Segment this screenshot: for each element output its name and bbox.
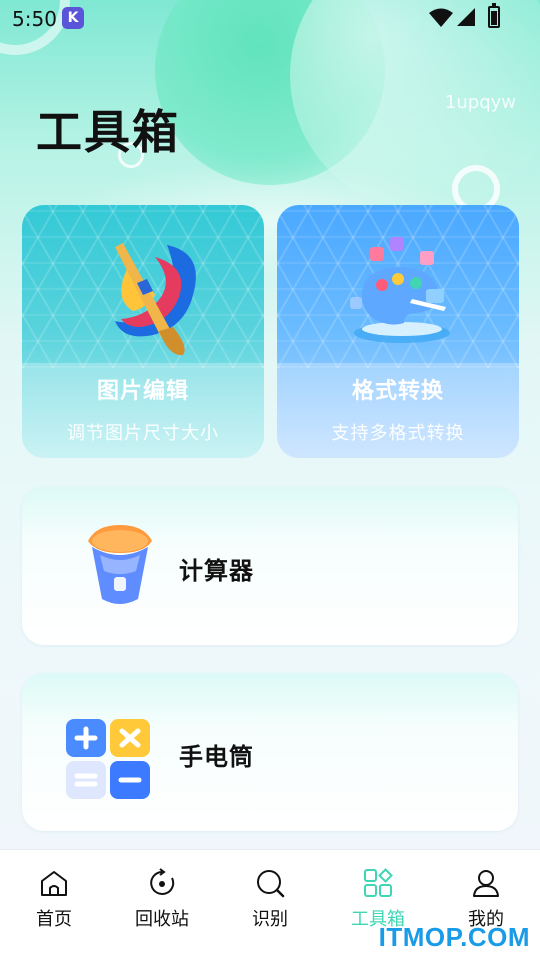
list-card-title: 计算器 <box>179 557 254 585</box>
nav-item-home[interactable]: 首页 <box>0 850 108 960</box>
nav-item-recycle[interactable]: 回收站 <box>108 850 216 960</box>
page-title: 工具箱 <box>36 105 180 159</box>
wifi-icon <box>429 8 453 27</box>
status-bar: 5:50 K <box>0 0 540 36</box>
card-subtitle: 支持多格式转换 <box>331 423 465 444</box>
app-notification-icon: K <box>62 7 84 29</box>
nav-label: 首页 <box>36 909 72 930</box>
palette-icon <box>350 237 450 343</box>
card-subtitle: 调节图片尺寸大小 <box>67 423 219 444</box>
calculator-icon <box>66 719 150 799</box>
battery-icon <box>488 3 500 28</box>
format-convert-card[interactable]: 格式转换 支持多格式转换 <box>277 205 519 458</box>
cell-signal-icon <box>457 8 475 26</box>
card-title: 图片编辑 <box>96 379 189 404</box>
image-edit-card[interactable]: 图片编辑 调节图片尺寸大小 <box>22 205 264 458</box>
toolbox-icon <box>364 868 393 897</box>
profile-icon <box>473 870 499 897</box>
nav-label: 回收站 <box>135 909 189 930</box>
nav-item-recognize[interactable]: 识别 <box>216 850 324 960</box>
card-title: 格式转换 <box>351 379 444 404</box>
user-id-watermark: 1upqyw <box>444 92 516 113</box>
list-card-title: 手电筒 <box>179 743 254 771</box>
calculator-tool-card[interactable]: 计算器 <box>22 487 518 645</box>
home-icon <box>41 871 67 896</box>
paintbrush-icon <box>115 243 196 356</box>
site-watermark: ITMOP.COM <box>378 922 530 952</box>
status-time: 5:50 <box>12 7 57 31</box>
recycle-icon <box>150 868 175 895</box>
nav-label: 识别 <box>252 909 288 930</box>
flashlight-tool-card[interactable]: 手电筒 <box>22 673 518 831</box>
flashlight-icon <box>88 525 152 604</box>
search-icon <box>257 870 285 898</box>
